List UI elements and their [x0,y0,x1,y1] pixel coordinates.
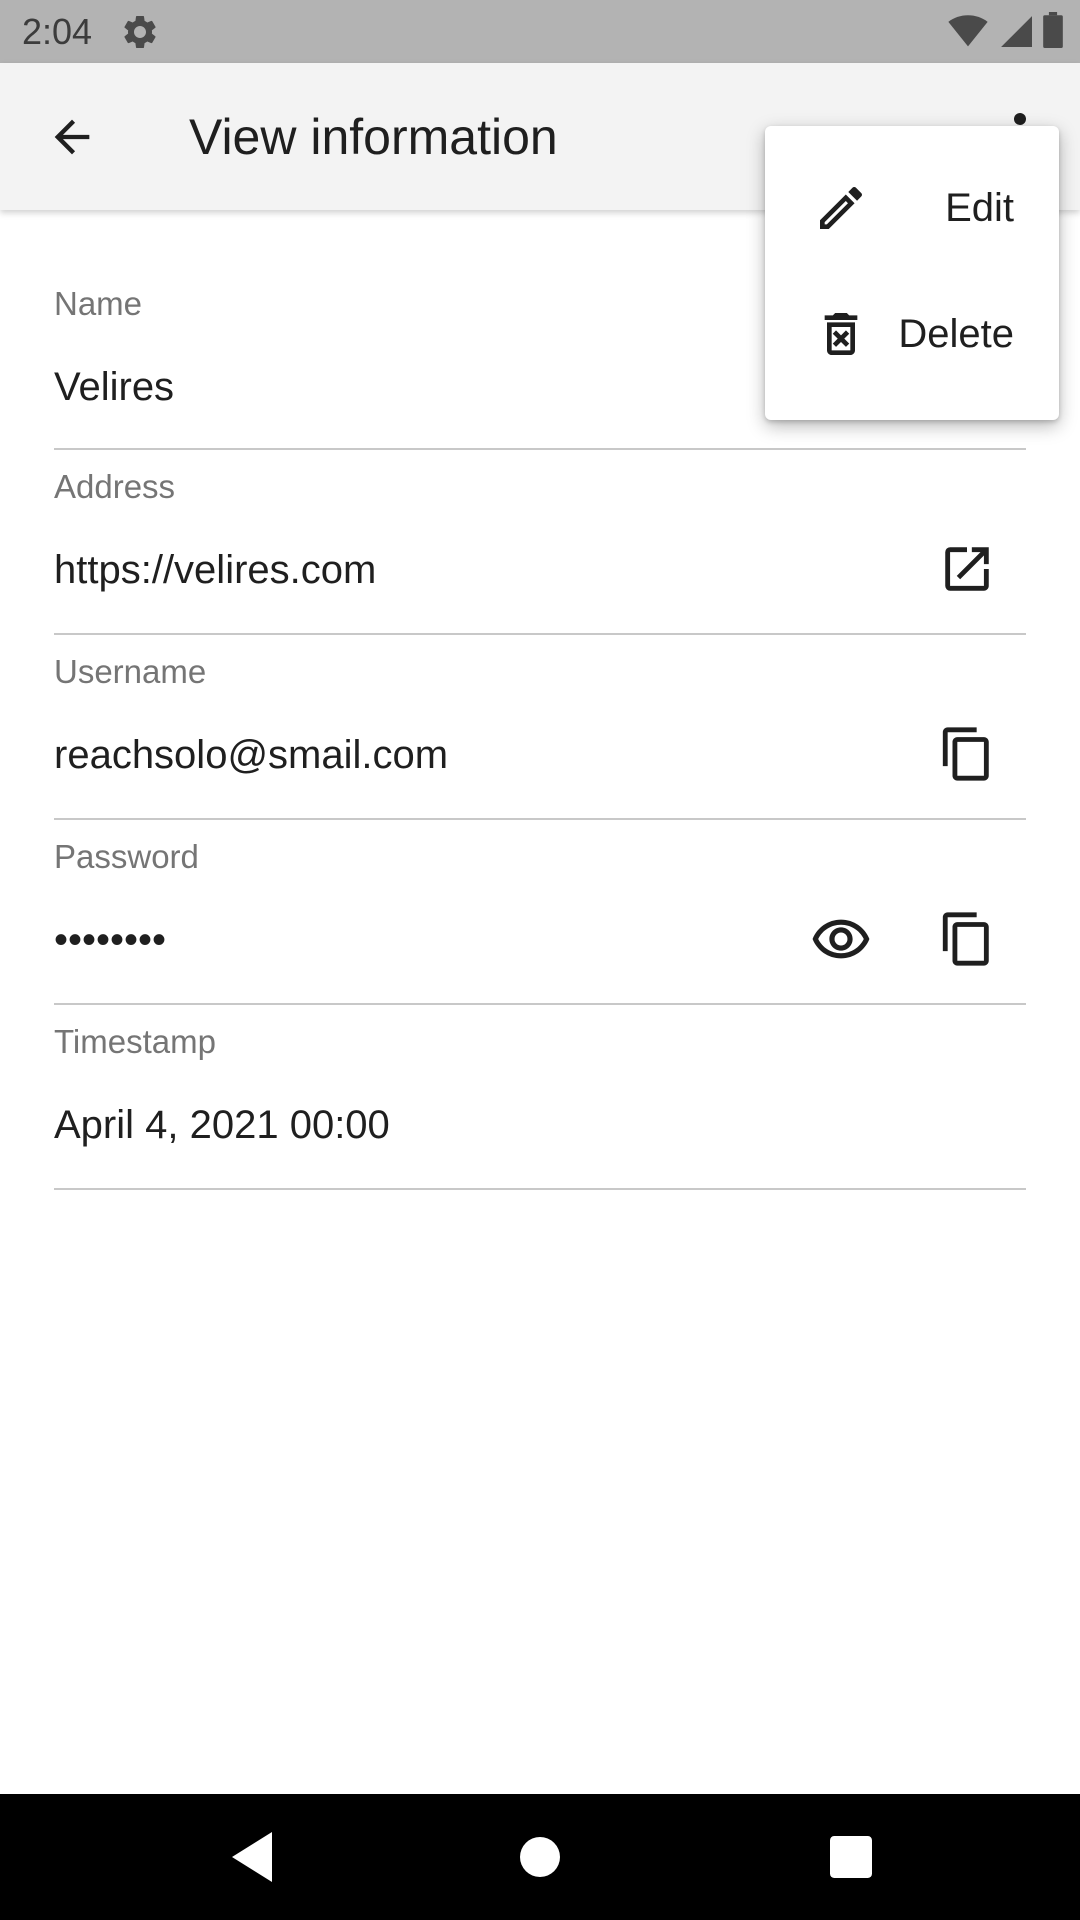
system-nav-bar [0,1794,1080,1920]
back-triangle-icon [232,1832,272,1882]
copy-icon [942,727,989,781]
arrow-back-icon [54,119,90,155]
status-time: 2:04 [22,11,93,52]
back-button[interactable] [34,99,110,175]
pencil-icon [813,180,869,236]
status-icons [948,12,1064,53]
wifi-icon [948,12,988,53]
gear-icon [120,12,160,52]
address-value: https://velires.com [54,548,377,592]
timestamp-field: Timestamp April 4, 2021 00:00 [54,1005,1026,1190]
nav-recents-button[interactable] [818,1824,884,1890]
nav-back-button[interactable] [221,1824,287,1890]
copy-icon [942,912,989,966]
signal-icon [998,12,1032,53]
address-actions [928,530,1006,608]
battery-icon [1042,12,1064,53]
password-label: Password [54,838,199,875]
username-value: reachsolo@smail.com [54,733,449,777]
timestamp-value: April 4, 2021 00:00 [54,1103,390,1147]
menu-item-edit[interactable]: Edit [765,148,1059,268]
page-title: View information [189,109,558,165]
copy-password-button[interactable] [928,900,1006,978]
delete-icon [813,306,869,362]
username-field: Username reachsolo@smail.com [54,635,1026,820]
menu-item-label: Edit [945,185,1014,230]
nav-home-button[interactable] [507,1824,573,1890]
username-label: Username [54,653,207,690]
username-actions [928,715,1006,793]
name-label: Name [54,285,143,322]
toggle-password-visibility-button[interactable] [802,900,880,978]
overflow-menu: Edit Delete [765,126,1059,420]
open-in-new-icon [945,547,989,591]
password-value: •••••••• [54,918,167,962]
timestamp-label: Timestamp [54,1023,216,1060]
status-bar: 2:04 [0,0,1080,63]
screen: 2:04 View information Name Velires Addre… [0,0,1080,1920]
recents-square-icon [830,1836,872,1878]
menu-item-label: Delete [898,311,1014,356]
menu-item-delete[interactable]: Delete [765,274,1059,394]
home-circle-icon [520,1837,560,1877]
copy-username-button[interactable] [928,715,1006,793]
password-field: Password •••••••• [54,820,1026,1005]
password-actions [802,900,1006,978]
name-value: Velires [54,365,175,409]
address-label: Address [54,468,176,505]
address-field: Address https://velires.com [54,450,1026,635]
open-link-button[interactable] [928,530,1006,608]
eye-icon [812,919,870,959]
